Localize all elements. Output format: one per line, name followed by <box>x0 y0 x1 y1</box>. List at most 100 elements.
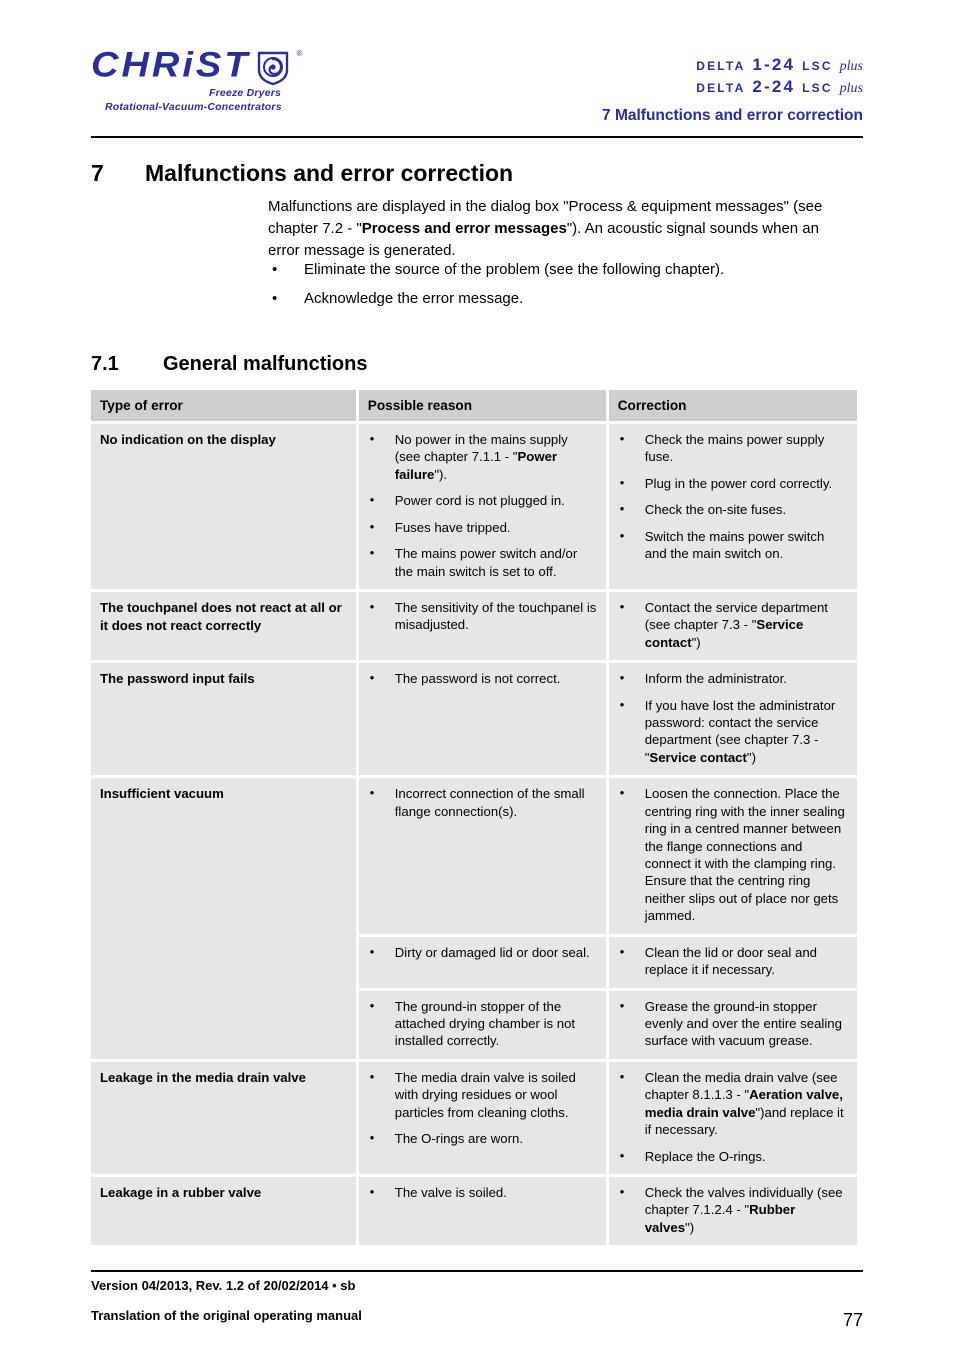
correction-list: • Loosen the connection. Place the centri… <box>618 785 848 924</box>
text-plain: Inform the administrator. <box>644 671 787 687</box>
list-item: • Inform the administrator. <box>618 670 848 687</box>
bullet-icon: • <box>369 518 375 534</box>
text-plain: Loosen the connection. Place the centrin… <box>644 786 845 924</box>
list-item-text: The sensitivity of the touchpanel is mis… <box>395 600 597 632</box>
bullet-icon: • <box>619 943 625 959</box>
bullet-icon: • <box>619 598 625 614</box>
text-plain: Check the valves individually (see chapt… <box>644 1184 843 1218</box>
header-chapter-title: 7 Malfunctions and error correction <box>602 106 863 124</box>
error-type-label: Insufficient vacuum <box>100 786 224 802</box>
list-item: • Dirty or damaged lid or door seal. <box>368 944 597 961</box>
bullet-icon: • <box>369 670 375 686</box>
text-plain: Switch the mains power switch and the ma… <box>644 528 825 562</box>
cell-correction: • Clean the media drain valve (see chapte… <box>608 1061 857 1174</box>
list-item: • Loosen the connection. Place the centri… <box>618 785 848 924</box>
text-plain-tail: ") <box>685 1219 695 1235</box>
bullet-icon: • <box>272 289 278 307</box>
model-line-1: Delta 1-24 LSC plus <box>403 54 863 76</box>
bullet-icon: • <box>619 1147 625 1163</box>
list-item-text: Clean the lid or door seal and replace i… <box>645 945 817 977</box>
header-model-block: Delta 1-24 LSC plus Delta 2-24 LSC plus … <box>403 54 863 125</box>
text-plain: The mains power switch and/or the main s… <box>394 546 578 579</box>
cell-possible-reason: • Dirty or damaged lid or door seal. <box>358 936 606 988</box>
text-plain: Check the mains power supply fuse. <box>644 432 825 465</box>
cell-correction: • Loosen the connection. Place the centri… <box>608 778 857 934</box>
text-plain: Plug in the power cord correctly. <box>644 475 833 491</box>
cell-correction: • Inform the administrator. • If you have l… <box>608 663 857 776</box>
list-item: • Clean the lid or door seal and replace … <box>618 944 848 979</box>
footer-version-line: Version 04/2013, Rev. 1.2 of 20/02/2014 … <box>91 1278 356 1293</box>
list-item-text: Check the mains power supply fuse. <box>645 432 825 464</box>
list-item: • Grease the ground-in stopper evenly and… <box>618 998 848 1050</box>
bullet-icon: • <box>369 545 375 561</box>
error-type-label: The password input fails <box>100 671 255 687</box>
list-item: • Power cord is not plugged in. <box>368 492 597 509</box>
list-item: • Contact the service department (see cha… <box>618 599 848 651</box>
text-plain: Check the on-site fuses. <box>644 502 787 518</box>
table-row: The password input fails • The password is… <box>91 663 857 776</box>
christ-shield-spiral-icon <box>256 50 290 86</box>
list-item-text: Contact the service department (see chap… <box>645 600 828 650</box>
bullet-icon: • <box>619 1068 625 1084</box>
list-item-text: The O-rings are worn. <box>395 1131 523 1146</box>
cell-possible-reason: • The ground-in stopper of the attached d… <box>358 990 606 1059</box>
reason-list: • The ground-in stopper of the attached d… <box>368 998 597 1050</box>
bullet-icon: • <box>369 1183 375 1199</box>
model-name-1: Delta 1-24 LSC <box>696 55 833 74</box>
brand-subtitle-rotational-vacuum-concentrators: Rotational-Vacuum-Concentrators <box>105 101 282 113</box>
list-item-text: Switch the mains power switch and the ma… <box>645 529 825 561</box>
cell-type-of-error: Leakage in the media drain valve <box>91 1061 356 1174</box>
page-title-number: 7 <box>91 160 104 186</box>
cell-type-of-error: Leakage in a rubber valve <box>91 1176 356 1246</box>
column-header-possible-reason: Possible reason <box>358 390 606 421</box>
bullet-icon: • <box>369 492 375 508</box>
list-item-text: Inform the administrator. <box>645 671 787 686</box>
page-number: 77 <box>842 1310 863 1330</box>
list-item: • Check the mains power supply fuse. <box>618 431 848 466</box>
reason-list: • Incorrect connection of the small flang… <box>368 785 597 820</box>
bullet-icon: • <box>369 1068 375 1084</box>
list-item-text: Check the on-site fuses. <box>645 502 786 517</box>
cell-possible-reason: • The valve is soiled. <box>358 1176 606 1246</box>
model-suffix-1: plus <box>839 59 863 74</box>
list-item: • The password is not correct. <box>368 670 597 687</box>
malfunctions-table: Type of error Possible reason Correction… <box>88 387 860 1248</box>
cell-type-of-error: No indication on the display <box>91 424 356 589</box>
text-plain: The media drain valve is soiled with dry… <box>394 1069 576 1120</box>
list-item-text: Loosen the connection. Place the centrin… <box>645 786 845 923</box>
text-plain-tail: ") <box>746 749 756 765</box>
section-title-7-1: 7.1 General malfunctions <box>91 353 863 376</box>
model-name-2: Delta 2-24 LSC <box>696 76 833 96</box>
footer-translation-line: Translation of the original operating ma… <box>91 1308 362 1324</box>
section-number: 7.1 <box>91 353 119 375</box>
list-item: • Plug in the power cord correctly. <box>618 475 848 492</box>
table-row: Insufficient vacuum • Incorrect connection… <box>91 778 857 1059</box>
list-item: • Fuses have tripped. <box>368 519 597 536</box>
text-plain: Incorrect connection of the small flange… <box>394 786 585 819</box>
reason-list: • Dirty or damaged lid or door seal. <box>368 944 597 961</box>
bullet-icon: • <box>619 696 625 712</box>
list-item: • The media drain valve is soiled with dr… <box>368 1069 597 1121</box>
text-plain: Grease the ground-in stopper evenly and … <box>644 998 842 1049</box>
registered-trademark-mark: ® <box>296 49 303 58</box>
list-item-text: The valve is soiled. <box>395 1185 507 1200</box>
list-item-text: Replace the O-rings. <box>645 1149 766 1164</box>
text-plain: Replace the O-rings. <box>644 1148 766 1164</box>
reason-list: • The password is not correct. <box>368 670 597 687</box>
text-plain: The ground-in stopper of the attached dr… <box>394 998 576 1049</box>
list-item-text: If you have lost the administrator passw… <box>645 698 836 765</box>
error-type-label: The touchpanel does not react at all or … <box>100 599 342 633</box>
correction-list: • Contact the service department (see cha… <box>618 599 848 651</box>
list-item: • Check the on-site fuses. <box>618 501 848 518</box>
page-title-text: Malfunctions and error correction <box>145 160 514 186</box>
column-header-correction: Correction <box>608 390 857 421</box>
correction-list: • Clean the media drain valve (see chapte… <box>618 1069 848 1165</box>
list-item-text: Power cord is not plugged in. <box>395 493 565 508</box>
page-header: CHRiST ® Freeze Dryers Rotational-Vacuum… <box>91 48 863 134</box>
text-plain: Fuses have tripped. <box>394 519 511 535</box>
correction-list: • Grease the ground-in stopper evenly and… <box>618 998 848 1050</box>
bullet-icon: • <box>272 261 278 278</box>
cell-type-of-error: Insufficient vacuum <box>91 778 356 1059</box>
text-bold-reference: Service contact <box>649 749 747 765</box>
bullet-icon: • <box>369 943 375 959</box>
